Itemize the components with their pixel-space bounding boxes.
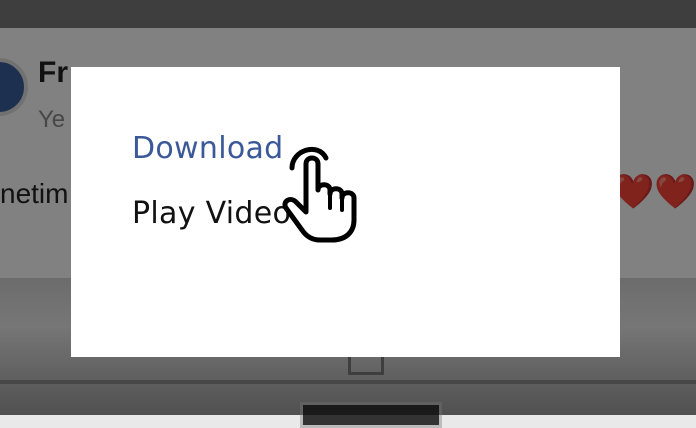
menu-item-play-video[interactable]: Play Video <box>132 196 291 231</box>
menu-item-download[interactable]: Download <box>132 131 284 166</box>
pointing-hand-icon <box>282 146 357 243</box>
